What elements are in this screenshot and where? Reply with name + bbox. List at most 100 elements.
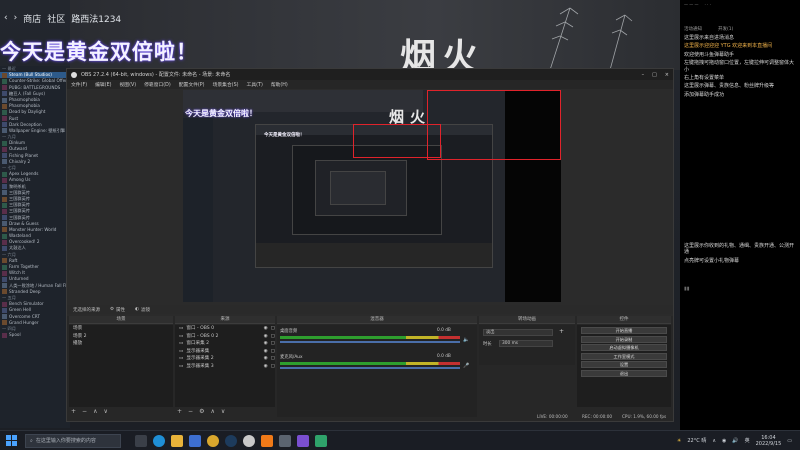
lock-icon[interactable]: ▢ <box>271 355 275 363</box>
filters-button[interactable]: ◐ 滤镜 <box>135 307 150 313</box>
app-icon[interactable] <box>315 434 327 447</box>
back-arrow-icon[interactable]: ‹ <box>4 13 8 23</box>
mixer-channel-desktop-db: 0.0 dB <box>437 328 451 333</box>
add-scene-icon[interactable]: + <box>71 408 76 415</box>
game-thumbnail-icon <box>2 122 7 128</box>
remove-source-icon[interactable]: − <box>188 408 193 415</box>
lock-icon[interactable]: ▢ <box>271 340 275 348</box>
move-up-icon[interactable]: ∧ <box>93 408 97 415</box>
obs-menu-item[interactable]: 停靠窗口(D) <box>144 81 171 88</box>
control-button[interactable]: 开始直播 <box>581 327 667 334</box>
chrome-icon[interactable] <box>207 434 219 447</box>
notification-icon[interactable]: ▭ <box>787 438 792 444</box>
source-item[interactable]: ▭ 窗口 - OBS 0 2 ◉ ▢ <box>175 333 275 341</box>
forward-arrow-icon[interactable]: › <box>14 13 18 23</box>
store-icon[interactable] <box>189 434 201 447</box>
maximize-icon[interactable]: □ <box>652 72 657 78</box>
add-source-icon[interactable]: + <box>177 408 182 415</box>
source-item[interactable]: ▭ 显示器采集 ◉ ▢ <box>175 348 275 356</box>
visibility-eye-icon[interactable]: ◉ <box>264 325 268 333</box>
source-item[interactable]: ▭ 显示器采集 3 ◉ ▢ <box>175 363 275 371</box>
close-icon[interactable]: × <box>665 72 669 78</box>
control-button[interactable]: 启动虚拟摄像机 <box>581 344 667 351</box>
lock-icon[interactable]: ▢ <box>271 363 275 371</box>
library-game-item[interactable]: Spool <box>0 332 70 338</box>
source-item-label: 窗口 - OBS 0 2 <box>186 333 219 339</box>
chat-message: 这里展示来自进场消息 <box>684 35 735 41</box>
visibility-eye-icon[interactable]: ◉ <box>264 333 268 341</box>
controls-body: 开始直播 开始录制 启动虚拟摄像机 工作室模式 设置 退出 <box>577 325 671 407</box>
obs-menu-item[interactable]: 编辑(E) <box>95 81 111 88</box>
desktop-volume-slider[interactable] <box>280 341 460 343</box>
visibility-eye-icon[interactable]: ◉ <box>264 355 268 363</box>
volume-icon[interactable]: 🔊 <box>732 438 738 444</box>
steam-nav-store[interactable]: 商店 <box>23 12 41 25</box>
control-button[interactable]: 开始录制 <box>581 335 667 343</box>
sources-toolbar: + − ⚙ ∧ ∨ <box>177 408 225 415</box>
transition-type-select[interactable]: 淡出 <box>483 329 553 336</box>
mixer-dock-title: 混音器 <box>277 316 477 324</box>
control-button[interactable]: 退出 <box>581 369 667 377</box>
obs-taskbar-icon[interactable] <box>243 434 255 447</box>
obs-menu-item[interactable]: 场景集合(S) <box>213 81 239 88</box>
steam-nav-profile[interactable]: 路西法1234 <box>71 12 121 25</box>
network-icon[interactable]: ◉ <box>722 438 726 444</box>
app-icon[interactable] <box>297 434 309 447</box>
scene-item[interactable]: 场景 <box>69 325 173 333</box>
duration-input[interactable]: 300 ms <box>499 340 553 347</box>
chat-message: 右上角有设置菜单 <box>684 75 725 82</box>
file-explorer-icon[interactable] <box>171 434 183 447</box>
chat-message-list: 这里展示来自进场消息 这里展示迎迎迎 YTG 欢迎来到本直播间 欢迎使用斗鱼弹幕… <box>680 34 800 99</box>
game-thumbnail-icon <box>2 184 7 190</box>
danmu-chat-panel: — — — · · · 活动通知 开发(1) 这里展示来自进场消息 这里展示迎迎… <box>680 0 800 430</box>
game-thumbnail-icon <box>2 97 7 103</box>
lock-icon[interactable]: ▢ <box>271 325 275 333</box>
mixer-channel-desktop: 桌面音频 <box>280 329 298 334</box>
obs-preview[interactable]: 今天是黄金双倍啦！ 烟火 今天是黄金双倍啦！ <box>183 90 561 302</box>
minimize-icon[interactable]: – <box>642 72 645 78</box>
taskbar-search-box[interactable]: ⌕ 在这里输入你要搜索的内容 <box>25 433 121 448</box>
edge-browser-icon[interactable] <box>153 434 165 447</box>
task-view-icon[interactable] <box>135 434 147 447</box>
control-button[interactable]: 设置 <box>581 361 667 368</box>
obs-menu-item[interactable]: 工具(T) <box>247 81 263 88</box>
steam-nav-community[interactable]: 社区 <box>47 12 65 25</box>
source-item[interactable]: ▭ 窗口 - OBS 0 ◉ ▢ <box>175 325 275 333</box>
visibility-eye-icon[interactable]: ◉ <box>264 340 268 348</box>
control-button[interactable]: 工作室模式 <box>581 352 667 360</box>
source-up-icon[interactable]: ∧ <box>210 408 214 415</box>
obs-menu-item[interactable]: 视图(V) <box>119 81 136 88</box>
transition-add-icon[interactable]: + <box>559 328 564 335</box>
app-icon[interactable] <box>279 434 291 447</box>
move-down-icon[interactable]: ∨ <box>103 408 107 415</box>
source-item[interactable]: ▭ 窗口采集 2 ◉ ▢ <box>175 340 275 348</box>
visibility-eye-icon[interactable]: ◉ <box>264 363 268 371</box>
tray-chevron-icon[interactable]: ∧ <box>712 438 716 444</box>
source-down-icon[interactable]: ∨ <box>221 408 225 415</box>
speaker-icon[interactable]: 🔈 <box>463 337 469 343</box>
obs-menu-item[interactable]: 配置文件(P) <box>179 81 205 88</box>
mic-icon[interactable]: 🎤 <box>463 363 469 369</box>
mixer-channel-mic: 麦克风/Aux <box>280 355 303 360</box>
obs-menu-item[interactable]: 文件(F) <box>71 81 87 88</box>
properties-button[interactable]: ⚙ 属性 <box>110 307 125 313</box>
obs-menu-item[interactable]: 帮助(H) <box>271 81 288 88</box>
mic-volume-slider[interactable] <box>280 367 460 369</box>
douyu-assistant-icon[interactable] <box>261 434 273 447</box>
clock[interactable]: 16:04 2022/9/15 <box>756 435 782 447</box>
scene-item[interactable]: 播放 <box>69 340 173 348</box>
source-item[interactable]: ▭ 显示器采集 2 ◉ ▢ <box>175 355 275 363</box>
chat-header-line-2: · · · <box>704 2 711 7</box>
windows-start-icon[interactable] <box>6 435 17 446</box>
chat-tab-activity[interactable]: 活动通知 <box>684 26 702 32</box>
ime-indicator[interactable]: 英 <box>745 437 750 444</box>
lock-icon[interactable]: ▢ <box>271 348 275 356</box>
visibility-eye-icon[interactable]: ◉ <box>264 348 268 356</box>
source-settings-icon[interactable]: ⚙ <box>199 408 204 415</box>
steam-taskbar-icon[interactable] <box>225 434 237 447</box>
remove-scene-icon[interactable]: − <box>82 408 87 415</box>
scene-item[interactable]: 场景 2 <box>69 333 173 341</box>
lock-icon[interactable]: ▢ <box>271 333 275 341</box>
weather-text[interactable]: 22°C 晴 <box>687 437 706 444</box>
chat-tab-dev[interactable]: 开发(1) <box>718 26 733 32</box>
